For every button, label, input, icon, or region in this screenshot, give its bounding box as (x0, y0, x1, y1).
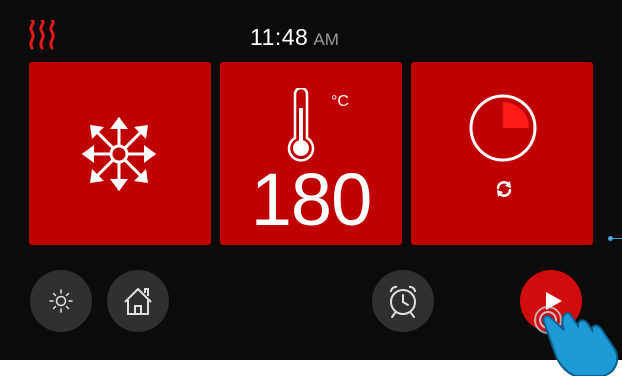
status-bar: 11:48 AM (0, 0, 622, 60)
clock-ampm: AM (313, 30, 339, 49)
home-button[interactable] (107, 270, 169, 332)
heat-waves-icon (29, 20, 55, 50)
clock-time: 11:48 (250, 24, 309, 50)
timer-dial-icon (469, 94, 537, 162)
oven-screen: 11:48 AM °C 180 (0, 0, 622, 360)
page-indicator-line (613, 238, 622, 239)
thermometer-icon (287, 88, 315, 162)
alarm-button[interactable] (372, 270, 434, 332)
fan-mode-tile[interactable] (29, 62, 211, 245)
temperature-value: 180 (250, 158, 372, 241)
light-icon (49, 289, 73, 313)
alarm-clock-icon (390, 285, 416, 318)
temperature-unit: °C (331, 93, 349, 110)
timer-tile[interactable] (411, 62, 593, 245)
fan-snowflake-icon (82, 117, 156, 191)
temperature-tile[interactable]: °C 180 (220, 62, 402, 245)
sync-icon (496, 181, 512, 197)
home-icon (124, 288, 152, 315)
light-button[interactable] (30, 270, 92, 332)
tap-hand-icon (534, 306, 619, 376)
clock: 11:48 AM (250, 24, 450, 51)
